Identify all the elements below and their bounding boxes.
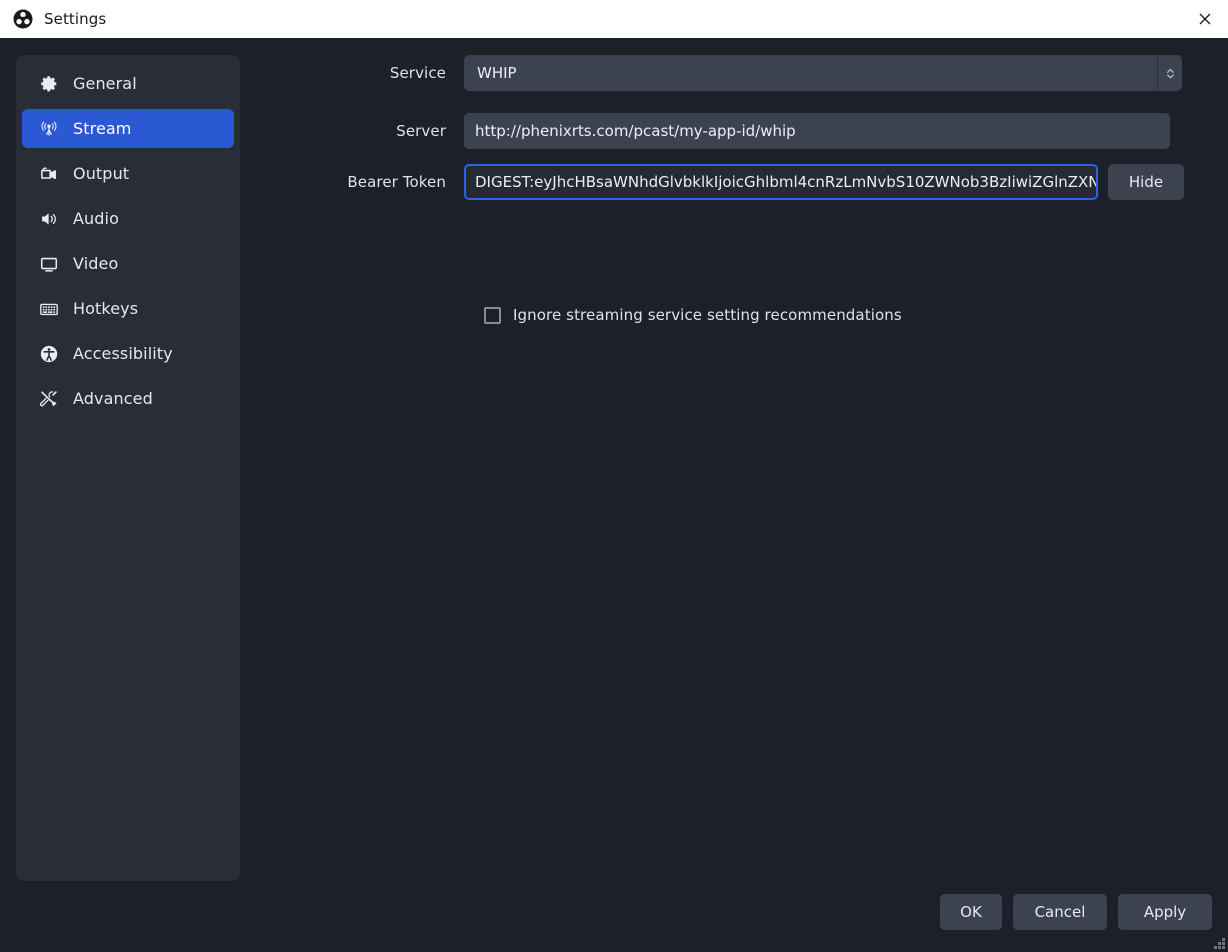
hide-token-button[interactable]: Hide	[1108, 164, 1184, 200]
server-label: Server	[396, 122, 446, 140]
sidebar-item-label: Advanced	[73, 389, 153, 408]
settings-sidebar: General Stream Output Audio Video Hotkey…	[16, 55, 240, 881]
ignore-recommendations-row[interactable]: Ignore streaming service setting recomme…	[484, 306, 902, 324]
dialog-button-bar: OK Cancel Apply	[940, 894, 1212, 930]
sidebar-item-label: Hotkeys	[73, 299, 139, 318]
resize-grip[interactable]	[1211, 935, 1225, 949]
server-row: Server http://phenixrts.com/pcast/my-app…	[248, 113, 1204, 149]
bearer-token-input[interactable]: DIGEST:eyJhcHBsaWNhdGlvbklkIjoicGhlbml4c…	[464, 164, 1098, 200]
server-input-value: http://phenixrts.com/pcast/my-app-id/whi…	[475, 122, 796, 140]
server-input[interactable]: http://phenixrts.com/pcast/my-app-id/whi…	[464, 113, 1170, 149]
broadcast-icon	[38, 118, 60, 140]
service-select-value: WHIP	[477, 64, 517, 82]
sidebar-item-output[interactable]: Output	[22, 154, 234, 193]
ignore-recommendations-checkbox[interactable]	[484, 306, 501, 324]
sidebar-item-advanced[interactable]: Advanced	[22, 379, 234, 418]
monitor-icon	[38, 253, 60, 275]
bearer-token-row: Bearer Token DIGEST:eyJhcHBsaWNhdGlvbklk…	[248, 164, 1204, 200]
stream-settings-panel: Service WHIP Server http://phenixrts.com…	[248, 38, 1228, 952]
sidebar-item-audio[interactable]: Audio	[22, 199, 234, 238]
tools-icon	[38, 388, 60, 410]
service-label: Service	[389, 64, 446, 82]
sidebar-item-label: Stream	[73, 119, 132, 138]
service-row: Service WHIP	[248, 55, 1204, 91]
sidebar-item-label: Output	[73, 164, 130, 183]
title-bar: Settings	[0, 0, 1228, 38]
ok-button[interactable]: OK	[940, 894, 1002, 930]
sidebar-item-label: Accessibility	[73, 344, 173, 363]
obs-logo-icon	[13, 9, 33, 29]
sidebar-item-accessibility[interactable]: Accessibility	[22, 334, 234, 373]
settings-window: Settings General Stream Output Audio Vid…	[0, 0, 1228, 952]
bearer-token-input-value: DIGEST:eyJhcHBsaWNhdGlvbklkIjoicGhlbml4c…	[475, 173, 1096, 191]
apply-button[interactable]: Apply	[1118, 894, 1212, 930]
chevron-updown-icon[interactable]	[1157, 55, 1182, 91]
dialog-body: General Stream Output Audio Video Hotkey…	[0, 38, 1228, 952]
close-icon[interactable]	[1182, 0, 1228, 38]
keyboard-icon	[38, 298, 60, 320]
service-select[interactable]: WHIP	[464, 55, 1182, 91]
sidebar-item-stream[interactable]: Stream	[22, 109, 234, 148]
sidebar-item-general[interactable]: General	[22, 64, 234, 103]
accessibility-icon	[38, 343, 60, 365]
sidebar-item-label: Audio	[73, 209, 119, 228]
gear-icon	[38, 73, 60, 95]
sidebar-item-label: General	[73, 74, 137, 93]
video-camera-icon	[38, 163, 60, 185]
bearer-token-label: Bearer Token	[347, 173, 446, 191]
sidebar-item-label: Video	[73, 254, 119, 273]
speaker-icon	[38, 208, 60, 230]
sidebar-item-hotkeys[interactable]: Hotkeys	[22, 289, 234, 328]
ignore-recommendations-label: Ignore streaming service setting recomme…	[513, 306, 902, 324]
cancel-button[interactable]: Cancel	[1013, 894, 1107, 930]
window-title: Settings	[44, 10, 107, 28]
sidebar-item-video[interactable]: Video	[22, 244, 234, 283]
